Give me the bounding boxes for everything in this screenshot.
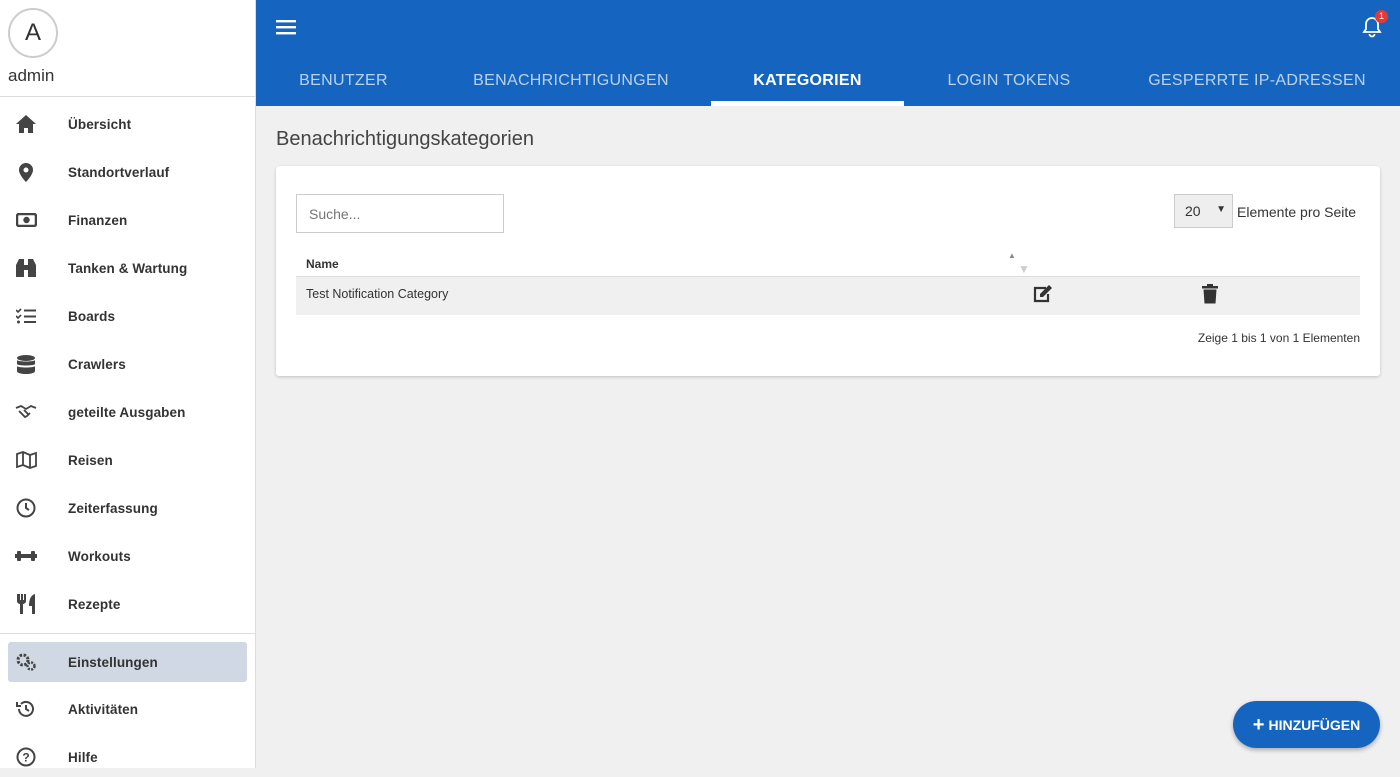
sidebar-item-hilfe[interactable]: ? Hilfe <box>8 737 247 777</box>
sidebar-item-label: Boards <box>68 308 116 324</box>
tab-benutzer[interactable]: BENUTZER <box>256 56 431 106</box>
sidebar-item-label: Reisen <box>68 452 113 468</box>
sidebar-item-boards[interactable]: Boards <box>8 296 247 336</box>
sidebar-item-rezepte[interactable]: Rezepte <box>8 584 247 624</box>
sidebar-item-einstellungen[interactable]: Einstellungen <box>8 642 247 682</box>
avatar: A <box>8 8 58 58</box>
delete-icon[interactable] <box>1202 284 1218 309</box>
username: admin <box>8 66 55 85</box>
table-row: Test Notification Category <box>296 277 1360 315</box>
page-title: Benachrichtigungskategorien <box>276 128 534 150</box>
history-icon <box>8 699 44 719</box>
svg-text:?: ? <box>22 751 29 765</box>
add-button-label: HINZUFÜGEN <box>1268 716 1361 733</box>
sidebar-item-geteilte-ausgaben[interactable]: geteilte Ausgaben <box>8 392 247 432</box>
sidebar-item-finanzen[interactable]: Finanzen <box>8 200 247 240</box>
sidebar-item-workouts[interactable]: Workouts <box>8 536 247 576</box>
tab-login-tokens[interactable]: LOGIN TOKENS <box>904 56 1114 106</box>
categories-table-card: 20 ▼ Elemente pro Seite Name ▲▼ Test Noti… <box>276 166 1380 376</box>
tab-kategorien[interactable]: KATEGORIEN <box>711 56 904 106</box>
tab-benachrichtigungen[interactable]: BENACHRICHTIGUNGEN <box>431 56 711 106</box>
divider <box>0 96 255 97</box>
sidebar-item-zeiterfassung[interactable]: Zeiterfassung <box>8 488 247 528</box>
map-icon <box>8 451 44 469</box>
column-header-name[interactable]: Name <box>306 257 339 271</box>
sidebar-item-label: Standortverlauf <box>68 164 170 180</box>
sort-icon[interactable]: ▲ ▼ <box>1008 252 1030 276</box>
tab-gesperrte-ip-adressen[interactable]: GESPERRTE IP-ADRESSEN <box>1114 56 1400 106</box>
sidebar-item-label: Aktivitäten <box>68 701 139 717</box>
notifications-button[interactable]: 1 <box>1362 10 1388 43</box>
top-app-bar: 1 BENUTZER BENACHRICHTIGUNGEN KATEGORIEN… <box>256 0 1400 106</box>
category-name: Test Notification Category <box>306 287 449 301</box>
clock-icon <box>8 498 44 518</box>
page-size-label: Elemente pro Seite <box>1237 204 1357 220</box>
page-size-value: 20 <box>1185 203 1201 219</box>
add-button[interactable]: + HINZUFÜGEN <box>1233 701 1380 748</box>
question-circle-icon: ? <box>8 747 44 767</box>
sidebar-item-aktivitaeten[interactable]: Aktivitäten <box>8 689 247 729</box>
sidebar: A admin Übersicht Standortverlauf Finanz… <box>0 0 256 768</box>
home-icon <box>8 115 44 133</box>
sidebar-item-uebersicht[interactable]: Übersicht <box>8 104 247 144</box>
sidebar-item-label: Workouts <box>68 548 131 564</box>
sidebar-item-label: Übersicht <box>68 116 132 132</box>
chevron-down-icon: ▼ <box>1216 204 1226 215</box>
notification-badge: 1 <box>1375 10 1388 23</box>
sidebar-item-label: Zeiterfassung <box>68 500 158 516</box>
sidebar-item-label: geteilte Ausgaben <box>68 404 186 420</box>
plus-icon: + <box>1252 713 1265 736</box>
database-icon <box>8 354 44 374</box>
sidebar-item-label: Einstellungen <box>68 654 158 670</box>
pagination-info: Zeige 1 bis 1 von 1 Elementen <box>1197 331 1360 345</box>
sidebar-item-reisen[interactable]: Reisen <box>8 440 247 480</box>
cogs-icon <box>8 653 44 671</box>
sidebar-item-label: Rezepte <box>68 596 121 612</box>
sidebar-item-crawlers[interactable]: Crawlers <box>8 344 247 384</box>
sidebar-item-label: Finanzen <box>68 212 128 228</box>
divider <box>0 633 255 634</box>
utensils-icon <box>8 594 44 614</box>
menu-icon[interactable] <box>276 16 296 42</box>
handshake-icon <box>8 405 44 419</box>
money-bill-icon <box>8 213 44 227</box>
tasks-icon <box>8 308 44 324</box>
table-header: Name ▲ ▼ <box>296 244 1360 277</box>
search-input[interactable] <box>296 194 504 233</box>
sidebar-item-standortverlauf[interactable]: Standortverlauf <box>8 152 247 192</box>
map-marker-icon <box>8 162 44 182</box>
binoculars-icon <box>8 259 44 277</box>
sidebar-item-label: Crawlers <box>68 356 126 372</box>
sidebar-item-label: Tanken & Wartung <box>68 260 188 276</box>
page-size-select[interactable]: 20 ▼ <box>1174 194 1233 228</box>
sidebar-item-tanken[interactable]: Tanken & Wartung <box>8 248 247 288</box>
dumbbell-icon <box>8 550 44 562</box>
edit-icon[interactable] <box>1033 285 1052 308</box>
sidebar-item-label: Hilfe <box>68 749 98 765</box>
